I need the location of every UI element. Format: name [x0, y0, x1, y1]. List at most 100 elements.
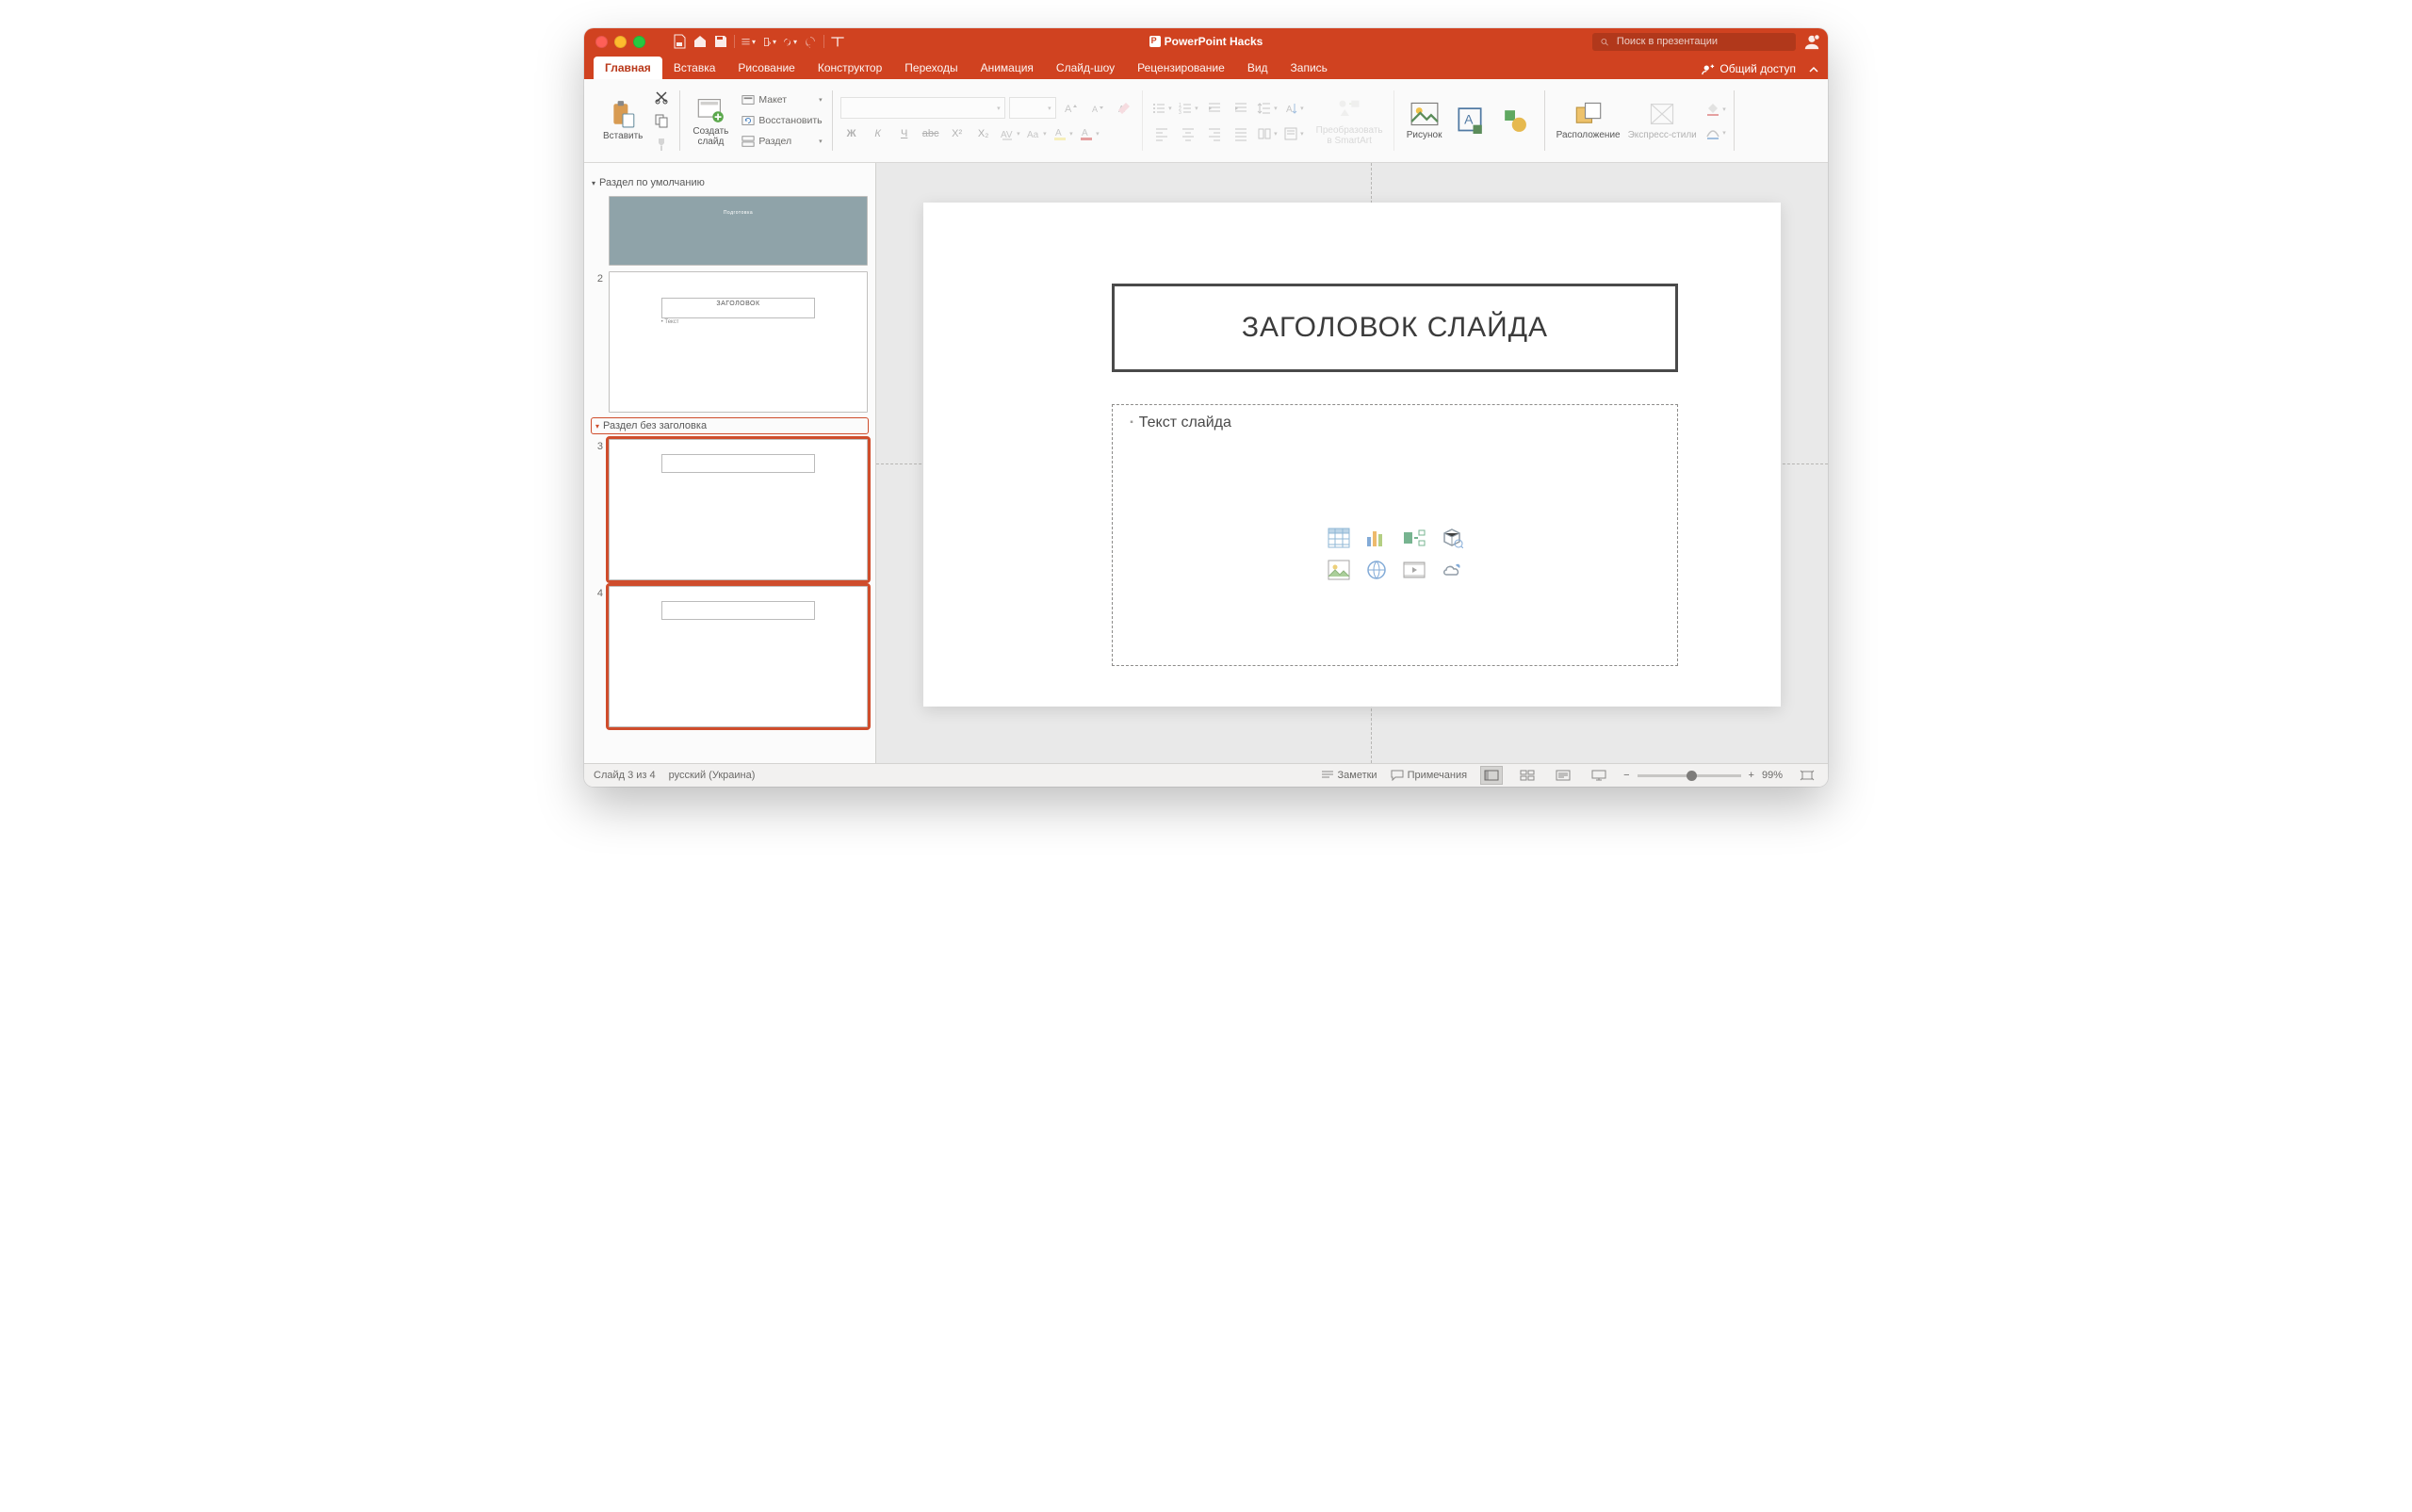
subscript-button[interactable]: X₂ [972, 122, 995, 144]
group-drawing: Рисунок A [1394, 83, 1545, 158]
increase-font-button[interactable]: A [1060, 97, 1083, 119]
align-center-button[interactable] [1177, 122, 1199, 144]
view-reading-button[interactable] [1552, 766, 1574, 785]
slide-thumb-1[interactable]: Подготовка [592, 196, 868, 266]
autosave-icon[interactable] [672, 34, 687, 49]
decrease-font-button[interactable]: A [1086, 97, 1109, 119]
tab-slideshow[interactable]: Слайд-шоу [1045, 57, 1126, 79]
increase-indent-button[interactable] [1230, 97, 1252, 119]
text-direction-button[interactable]: A▾ [1282, 97, 1305, 119]
shape-fill-button[interactable]: ▾ [1704, 98, 1727, 120]
bullets-button[interactable]: ▾ [1150, 97, 1173, 119]
close-window-button[interactable] [595, 36, 608, 48]
fit-to-window-button[interactable] [1796, 766, 1818, 785]
home-icon[interactable] [693, 34, 708, 49]
align-text-button[interactable]: ▾ [1282, 122, 1305, 144]
underline-button[interactable]: Ч [893, 122, 916, 144]
align-left-button[interactable] [1150, 122, 1173, 144]
language-label[interactable]: русский (Украина) [669, 770, 756, 781]
insert-table-icon[interactable] [1323, 525, 1355, 551]
insert-picture-icon[interactable] [1323, 557, 1355, 583]
slide-thumb-3[interactable]: 3 [592, 439, 868, 580]
columns-button[interactable]: ▾ [1256, 122, 1279, 144]
highlight-button[interactable]: A▾ [1051, 122, 1074, 144]
superscript-button[interactable]: X² [946, 122, 969, 144]
shape-outline-button[interactable]: ▾ [1704, 122, 1727, 143]
insert-3d-icon[interactable] [1436, 525, 1468, 551]
decrease-indent-button[interactable] [1203, 97, 1226, 119]
list-icon[interactable]: ▾ [741, 34, 756, 49]
change-case-button[interactable]: Aa▾ [1025, 122, 1048, 144]
tab-animations[interactable]: Анимация [970, 57, 1045, 79]
font-family-select[interactable]: ▾ [840, 97, 1005, 119]
textbox-button[interactable]: A [1447, 106, 1492, 136]
align-right-button[interactable] [1203, 122, 1226, 144]
picture-button[interactable]: Рисунок [1402, 99, 1447, 142]
zoom-percent-label[interactable]: 99% [1762, 770, 1783, 781]
paste-button[interactable]: Вставить [599, 98, 646, 143]
numbering-button[interactable]: 123▾ [1177, 97, 1199, 119]
save-icon[interactable] [713, 34, 728, 49]
tab-view[interactable]: Вид [1236, 57, 1279, 79]
font-size-select[interactable]: ▾ [1009, 97, 1056, 119]
search-input[interactable] [1615, 35, 1788, 48]
tab-record[interactable]: Запись [1279, 57, 1339, 79]
insert-video-icon[interactable] [1398, 557, 1430, 583]
comments-button[interactable]: Примечания [1391, 770, 1468, 781]
slide-title-text: ЗАГОЛОВОК СЛАЙДА [1242, 312, 1548, 344]
slide-title-placeholder[interactable]: ЗАГОЛОВОК СЛАЙДА [1112, 284, 1678, 372]
minimize-window-button[interactable] [614, 36, 627, 48]
tab-review[interactable]: Рецензирование [1126, 57, 1236, 79]
view-slideshow-button[interactable] [1588, 766, 1610, 785]
section-default[interactable]: ▾ Раздел по умолчанию [592, 175, 868, 190]
strike-button[interactable]: abc [920, 122, 942, 144]
format-painter-button[interactable] [650, 134, 673, 155]
insert-smartart-icon[interactable] [1398, 525, 1430, 551]
slide-thumb-2[interactable]: 2 ЗАГОЛОВОК • Текст [592, 271, 868, 413]
reset-button[interactable]: Восстановить [739, 111, 824, 130]
collapse-ribbon-button[interactable] [1803, 64, 1824, 79]
section-untitled[interactable]: ▾ Раздел без заголовка [592, 418, 868, 433]
zoom-slider[interactable] [1638, 774, 1741, 777]
insert-online-picture-icon[interactable] [1361, 557, 1393, 583]
search-box[interactable] [1592, 33, 1796, 51]
tab-home[interactable]: Главная [594, 57, 662, 79]
zoom-out-button[interactable]: − [1623, 770, 1629, 781]
insert-icon-icon[interactable] [1436, 557, 1468, 583]
char-spacing-button[interactable]: AV▾ [999, 122, 1021, 144]
arrange-button[interactable]: Расположение [1553, 99, 1624, 142]
section-menu[interactable]: Раздел▾ [739, 132, 824, 151]
view-sorter-button[interactable] [1516, 766, 1539, 785]
shapes-button[interactable] [1492, 106, 1538, 136]
tab-design[interactable]: Конструктор [807, 57, 893, 79]
quickstyles-button[interactable]: Экспресс-стили [1624, 99, 1701, 142]
tab-transitions[interactable]: Переходы [893, 57, 969, 79]
presence-icon[interactable] [1803, 33, 1820, 50]
slide-thumb-4[interactable]: 4 [592, 586, 868, 727]
line-spacing-button[interactable]: ▾ [1256, 97, 1279, 119]
copy-button[interactable] [650, 110, 673, 132]
justify-button[interactable] [1230, 122, 1252, 144]
undo-icon[interactable]: ▾ [782, 34, 797, 49]
zoom-window-button[interactable] [633, 36, 645, 48]
view-normal-button[interactable] [1480, 766, 1503, 785]
zoom-in-button[interactable]: + [1749, 770, 1754, 781]
insert-chart-icon[interactable] [1361, 525, 1393, 551]
redo-icon[interactable] [803, 34, 818, 49]
smartart-button[interactable]: Преобразовать в SmartArt [1312, 94, 1387, 148]
tab-insert[interactable]: Вставка [662, 57, 727, 79]
new-slide-button[interactable]: Создать слайд [688, 93, 733, 149]
share-button[interactable]: Общий доступ [1702, 62, 1796, 79]
notes-button[interactable]: Заметки [1321, 770, 1377, 781]
font-color-button[interactable]: A▾ [1078, 122, 1100, 144]
italic-button[interactable]: К [867, 122, 889, 144]
tab-draw[interactable]: Рисование [726, 57, 806, 79]
touch-mode-icon[interactable]: ▾ [761, 34, 776, 49]
cut-button[interactable] [650, 87, 673, 108]
clear-formatting-button[interactable]: A [1113, 97, 1135, 119]
layout-menu[interactable]: Макет▾ [739, 90, 824, 109]
slide-canvas[interactable]: ЗАГОЛОВОК СЛАЙДА Текст слайда [876, 163, 1828, 763]
qat-customize-icon[interactable] [830, 34, 845, 49]
slide-content-placeholder[interactable]: Текст слайда [1112, 404, 1678, 666]
bold-button[interactable]: Ж [840, 122, 863, 144]
